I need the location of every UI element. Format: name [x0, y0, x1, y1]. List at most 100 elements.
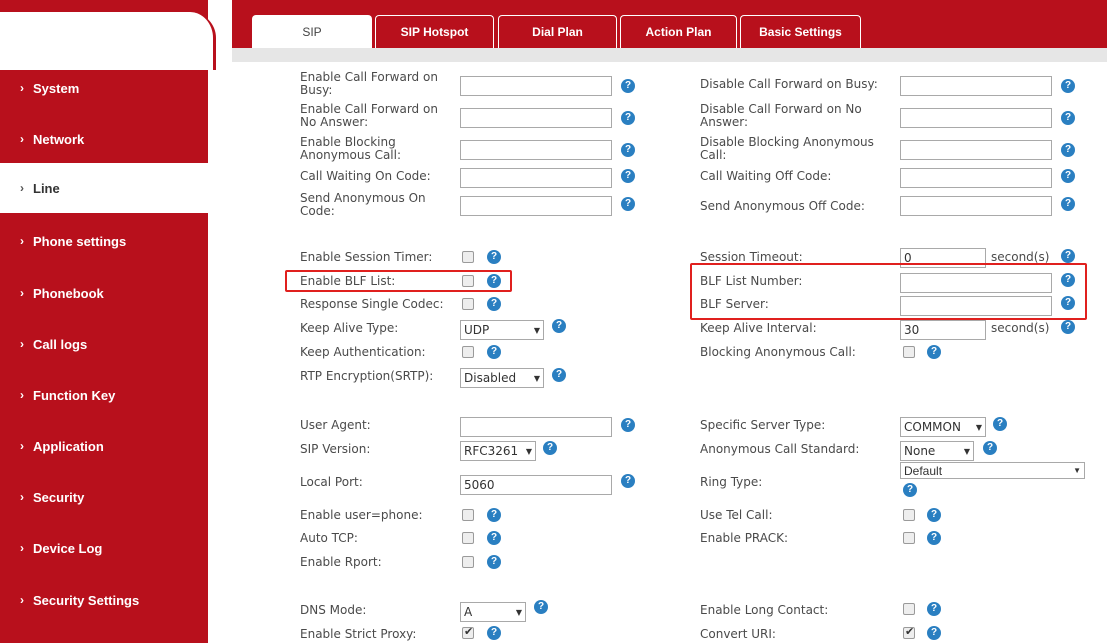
- sidebar-item-device-log[interactable]: › Device Log: [0, 523, 208, 573]
- tab-basic-settings[interactable]: Basic Settings: [740, 15, 861, 48]
- rport-label: Enable Rport:: [300, 555, 382, 569]
- help-icon[interactable]: ?: [487, 555, 501, 569]
- help-icon[interactable]: ?: [543, 441, 557, 455]
- help-icon[interactable]: ?: [1061, 296, 1075, 310]
- keep-alive-interval-unit: second(s): [991, 321, 1050, 335]
- help-icon[interactable]: ?: [621, 197, 635, 211]
- call-waiting-off-input[interactable]: [900, 168, 1052, 188]
- blocking-anon-call-checkbox[interactable]: [903, 346, 915, 358]
- anon-standard-select[interactable]: None ▼: [900, 441, 974, 461]
- auto-tcp-checkbox[interactable]: [462, 532, 474, 544]
- blf-list-number-input[interactable]: [900, 273, 1052, 293]
- sidebar-item-application[interactable]: › Application: [0, 421, 208, 471]
- help-icon[interactable]: ?: [487, 345, 501, 359]
- help-icon[interactable]: ?: [621, 143, 635, 157]
- help-icon[interactable]: ?: [621, 111, 635, 125]
- session-timer-checkbox[interactable]: [462, 251, 474, 263]
- help-icon[interactable]: ?: [903, 483, 917, 497]
- sidebar-item-system[interactable]: › System: [0, 63, 208, 113]
- help-icon[interactable]: ?: [552, 368, 566, 382]
- blf-list-checkbox[interactable]: [462, 275, 474, 287]
- help-icon[interactable]: ?: [927, 345, 941, 359]
- disable-blocking-anon-input[interactable]: [900, 140, 1052, 160]
- user-agent-input[interactable]: [460, 417, 612, 437]
- select-value: COMMON: [904, 420, 961, 434]
- help-icon[interactable]: ?: [1061, 143, 1075, 157]
- chevron-right-icon: ›: [20, 234, 24, 248]
- rtp-encryption-select[interactable]: Disabled ▼: [460, 368, 544, 388]
- enable-cf-no-answer-input[interactable]: [460, 108, 612, 128]
- blocking-anon-call-label: Blocking Anonymous Call:: [700, 345, 856, 359]
- help-icon[interactable]: ?: [1061, 79, 1075, 93]
- tab-sip-hotspot[interactable]: SIP Hotspot: [375, 15, 494, 48]
- select-value: None: [904, 444, 936, 458]
- help-icon[interactable]: ?: [487, 508, 501, 522]
- long-contact-checkbox[interactable]: [903, 603, 915, 615]
- sidebar-item-phone-settings[interactable]: › Phone settings: [0, 216, 208, 266]
- help-icon[interactable]: ?: [1061, 249, 1075, 263]
- help-icon[interactable]: ?: [534, 600, 548, 614]
- help-icon[interactable]: ?: [621, 418, 635, 432]
- send-anon-off-input[interactable]: [900, 196, 1052, 216]
- help-icon[interactable]: ?: [993, 417, 1007, 431]
- help-icon[interactable]: ?: [487, 297, 501, 311]
- sidebar-item-call-logs[interactable]: › Call logs: [0, 319, 208, 369]
- content-top-strip: [232, 48, 1107, 62]
- help-icon[interactable]: ?: [1061, 111, 1075, 125]
- sidebar-item-line[interactable]: › Line: [0, 163, 208, 213]
- help-icon[interactable]: ?: [1061, 273, 1075, 287]
- tel-call-checkbox[interactable]: [903, 509, 915, 521]
- disable-cf-busy-input[interactable]: [900, 76, 1052, 96]
- tab-sip[interactable]: SIP: [252, 15, 372, 48]
- help-icon[interactable]: ?: [621, 169, 635, 183]
- sidebar-item-phonebook[interactable]: › Phonebook: [0, 268, 208, 318]
- enable-cf-busy-input[interactable]: [460, 76, 612, 96]
- sip-version-select[interactable]: RFC3261 ▼: [460, 441, 536, 461]
- help-icon[interactable]: ?: [621, 79, 635, 93]
- help-icon[interactable]: ?: [487, 250, 501, 264]
- help-icon[interactable]: ?: [487, 274, 501, 288]
- send-anon-on-input[interactable]: [460, 196, 612, 216]
- help-icon[interactable]: ?: [487, 531, 501, 545]
- sidebar-item-function-key[interactable]: › Function Key: [0, 370, 208, 420]
- help-icon[interactable]: ?: [927, 602, 941, 616]
- chevron-right-icon: ›: [20, 132, 24, 146]
- rport-checkbox[interactable]: [462, 556, 474, 568]
- long-contact-label: Enable Long Contact:: [700, 603, 829, 617]
- help-icon[interactable]: ?: [927, 508, 941, 522]
- user-phone-checkbox[interactable]: [462, 509, 474, 521]
- single-codec-checkbox[interactable]: [462, 298, 474, 310]
- help-icon[interactable]: ?: [621, 474, 635, 488]
- sidebar-item-network[interactable]: › Network: [0, 114, 208, 164]
- call-waiting-on-input[interactable]: [460, 168, 612, 188]
- help-icon[interactable]: ?: [927, 626, 941, 640]
- local-port-input[interactable]: 5060: [460, 475, 612, 495]
- sidebar-item-security-settings[interactable]: › Security Settings: [0, 575, 208, 625]
- keep-auth-checkbox[interactable]: [462, 346, 474, 358]
- enable-blocking-anon-input[interactable]: [460, 140, 612, 160]
- tel-call-label: Use Tel Call:: [700, 508, 773, 522]
- blf-server-input[interactable]: [900, 296, 1052, 316]
- keep-alive-type-select[interactable]: UDP ▼: [460, 320, 544, 340]
- help-icon[interactable]: ?: [1061, 320, 1075, 334]
- sidebar-item-label: Line: [33, 180, 60, 196]
- tab-action-plan[interactable]: Action Plan: [620, 15, 737, 48]
- prack-checkbox[interactable]: [903, 532, 915, 544]
- keep-alive-interval-input[interactable]: 30: [900, 320, 986, 340]
- convert-uri-checkbox[interactable]: [903, 625, 915, 639]
- help-icon[interactable]: ?: [1061, 169, 1075, 183]
- help-icon[interactable]: ?: [552, 319, 566, 333]
- help-icon[interactable]: ?: [487, 626, 501, 640]
- server-type-label: Specific Server Type:: [700, 418, 826, 432]
- help-icon[interactable]: ?: [927, 531, 941, 545]
- help-icon[interactable]: ?: [983, 441, 997, 455]
- dns-mode-select[interactable]: A ▼: [460, 602, 526, 622]
- disable-cf-no-answer-input[interactable]: [900, 108, 1052, 128]
- tab-dial-plan[interactable]: Dial Plan: [498, 15, 617, 48]
- prack-label: Enable PRACK:: [700, 531, 789, 545]
- ring-type-select[interactable]: Default ▼: [900, 462, 1085, 479]
- help-icon[interactable]: ?: [1061, 197, 1075, 211]
- server-type-select[interactable]: COMMON ▼: [900, 417, 986, 437]
- strict-proxy-checkbox[interactable]: [462, 625, 474, 639]
- sidebar-item-security[interactable]: › Security: [0, 472, 208, 522]
